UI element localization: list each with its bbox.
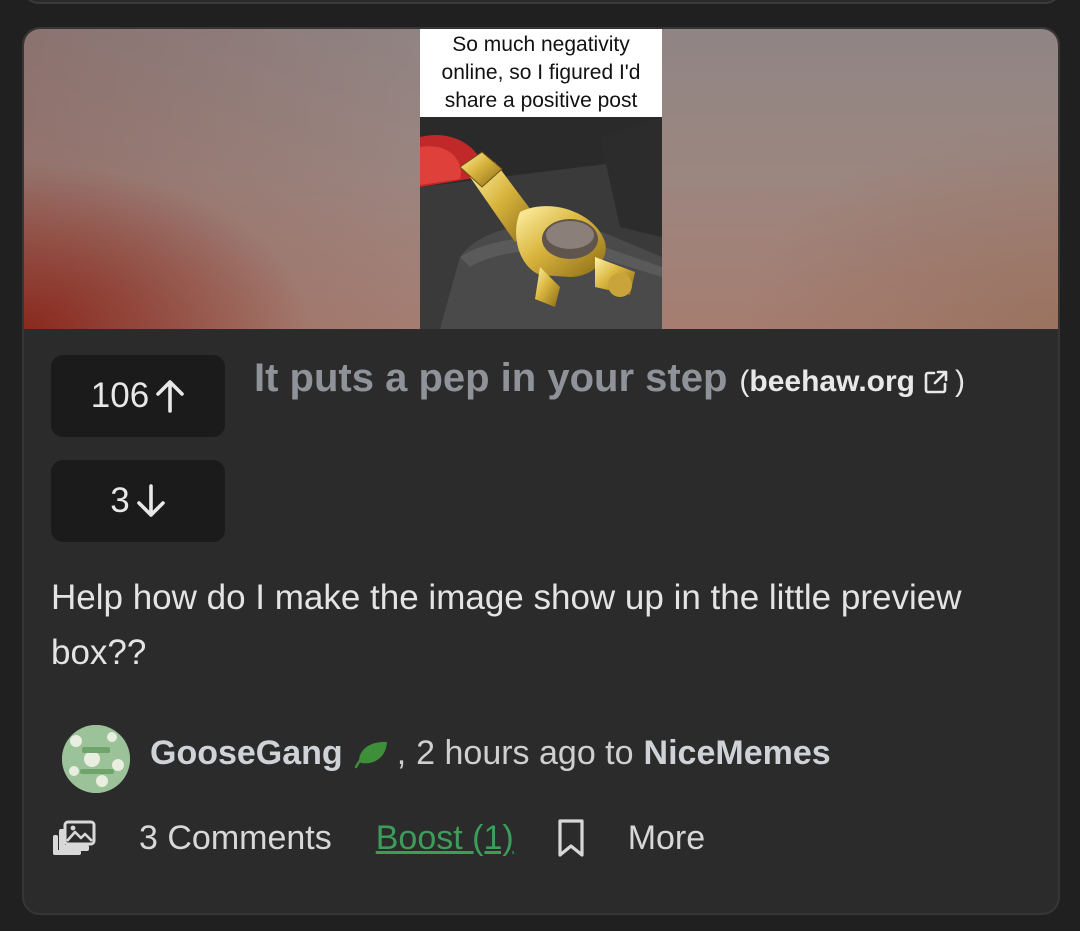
battery-terminal-photo bbox=[420, 117, 662, 329]
downvote-count: 3 bbox=[110, 481, 130, 520]
arrow-up-icon bbox=[156, 380, 185, 413]
community-name[interactable]: NiceMemes bbox=[644, 734, 831, 773]
post-title[interactable]: It puts a pep in your step bbox=[254, 356, 727, 401]
domain-text: beehaw.org bbox=[749, 365, 915, 398]
meme-image[interactable]: So much negativity online, so I figured … bbox=[420, 29, 662, 329]
post-thumbnail[interactable]: So much negativity online, so I figured … bbox=[24, 29, 1058, 329]
external-link-icon bbox=[924, 370, 948, 394]
avatar-image bbox=[62, 725, 130, 793]
meme-caption: So much negativity online, so I figured … bbox=[420, 29, 662, 117]
leaf-icon bbox=[354, 741, 387, 768]
domain-open-paren: ( bbox=[739, 365, 750, 398]
post-time: 2 hours ago to bbox=[416, 734, 634, 772]
more-button[interactable]: More bbox=[628, 819, 705, 858]
boost-button[interactable]: Boost (1) bbox=[376, 819, 514, 858]
post-title-row: It puts a pep in your step ( beehaw.org … bbox=[254, 356, 965, 401]
post-body: Help how do I make the image show up in … bbox=[51, 578, 962, 672]
bookmark-icon[interactable] bbox=[556, 818, 586, 858]
previous-post-card bbox=[24, 0, 1060, 4]
thumbnail-blur-background bbox=[24, 29, 420, 329]
comments-link[interactable]: 3 Comments bbox=[139, 819, 332, 858]
arrow-down-icon bbox=[136, 484, 165, 517]
domain-close-paren: ) bbox=[954, 365, 965, 398]
author-name[interactable]: GooseGang bbox=[150, 734, 343, 773]
post-actions: 3 Comments Boost (1) More bbox=[51, 812, 705, 864]
post-domain-link[interactable]: ( beehaw.org ) bbox=[739, 365, 965, 399]
crosspost-icon[interactable] bbox=[51, 819, 97, 857]
upvote-button[interactable]: 106 bbox=[51, 355, 225, 437]
byline-separator: , bbox=[396, 734, 407, 772]
post-byline: GooseGang , 2 hours ago to NiceMemes bbox=[150, 734, 831, 773]
downvote-button[interactable]: 3 bbox=[51, 460, 225, 542]
avatar[interactable] bbox=[62, 725, 130, 793]
upvote-count: 106 bbox=[90, 376, 150, 415]
